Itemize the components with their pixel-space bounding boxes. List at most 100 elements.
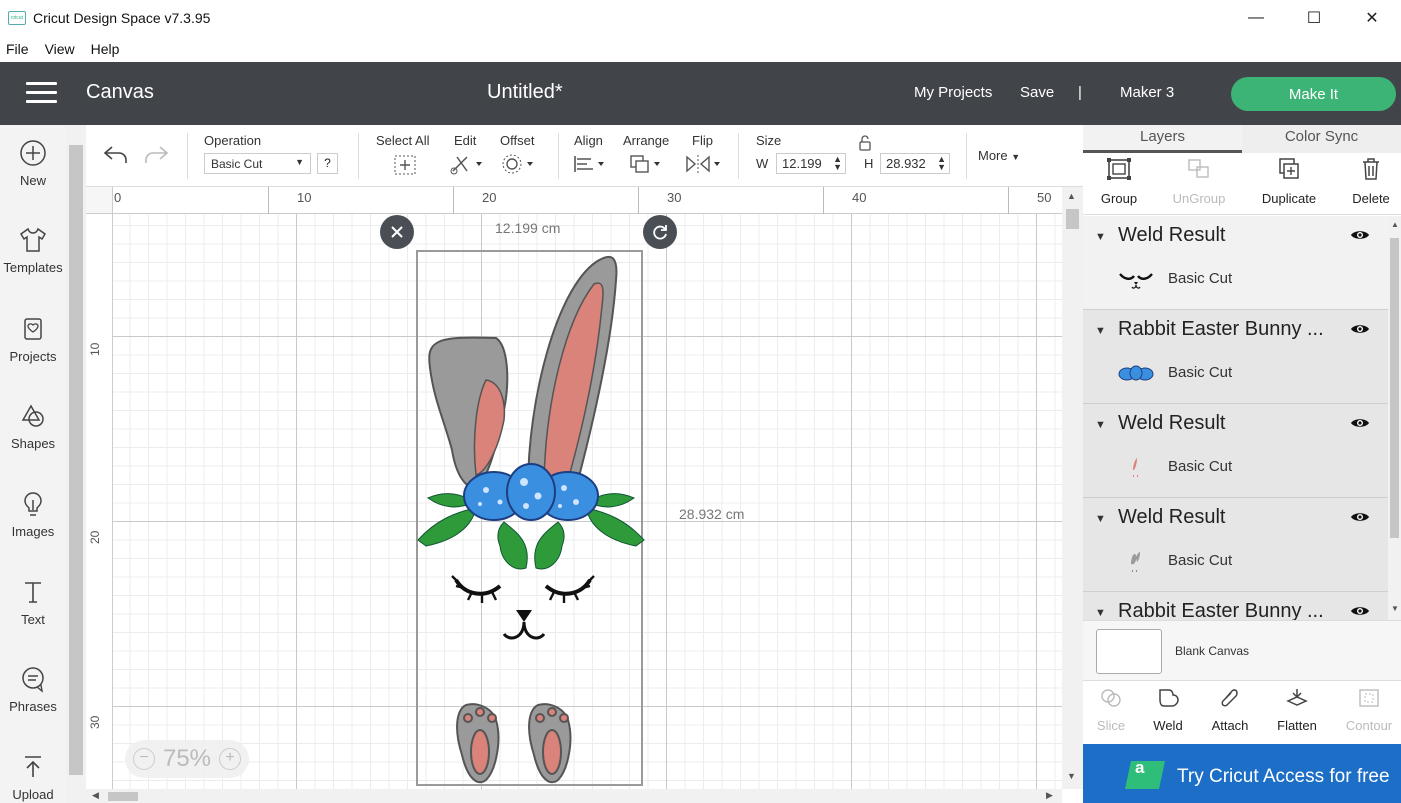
slice-button[interactable]: Slice: [1081, 687, 1141, 733]
height-input[interactable]: 28.932 ▲ ▼: [880, 153, 950, 174]
group-label: Group: [1100, 191, 1138, 206]
sidebar-item-images[interactable]: Images: [0, 490, 66, 539]
design-canvas[interactable]: 12.199 cm 28.932 cm − 75% +: [113, 214, 1062, 789]
projects-icon: [24, 318, 42, 340]
select-all-icon[interactable]: [393, 154, 417, 176]
width-input[interactable]: 12.199 ▲ ▼: [776, 153, 846, 174]
operation-select[interactable]: Basic Cut ▼: [204, 153, 311, 174]
sidebar-item-shapes[interactable]: Shapes: [0, 402, 66, 451]
edit-toolbar: Operation Basic Cut ▼ ? Select All Edit …: [86, 125, 1083, 187]
redo-icon[interactable]: [142, 143, 170, 167]
access-logo-letter: a: [1135, 758, 1145, 777]
visibility-eye-icon[interactable]: [1350, 604, 1370, 618]
collapse-caret-icon[interactable]: ▼: [1095, 513, 1106, 525]
stepper-icon[interactable]: ▲ ▼: [937, 155, 946, 172]
edit-scissors-icon[interactable]: [449, 153, 483, 175]
sidebar-item-templates[interactable]: Templates: [0, 226, 66, 275]
tab-layers[interactable]: Layers: [1083, 125, 1242, 153]
menu-help[interactable]: Help: [91, 41, 120, 57]
menu-view[interactable]: View: [45, 41, 75, 57]
sidebar-scrollbar[interactable]: [66, 125, 86, 803]
minimize-button[interactable]: —: [1227, 0, 1285, 36]
sidebar-label: Text: [21, 612, 45, 627]
zoom-out-button[interactable]: −: [133, 748, 155, 770]
scroll-down-icon[interactable]: ▼: [1067, 771, 1076, 781]
header-divider: |: [1078, 84, 1082, 101]
layer-group[interactable]: ▼ Weld Result Basic Cut: [1083, 498, 1388, 592]
scroll-left-icon[interactable]: ◀: [92, 790, 99, 801]
collapse-caret-icon[interactable]: ▼: [1095, 231, 1106, 243]
undo-icon[interactable]: [102, 143, 130, 167]
layer-name: Rabbit Easter Bunny ...: [1118, 318, 1324, 340]
save-link[interactable]: Save: [1020, 84, 1054, 101]
cricut-access-banner[interactable]: a Try Cricut Access for free: [1083, 744, 1401, 803]
zoom-in-button[interactable]: +: [218, 748, 241, 770]
sidebar-item-text[interactable]: Text: [0, 578, 66, 627]
duplicate-button[interactable]: Duplicate: [1254, 157, 1324, 206]
bunny-design-image[interactable]: [416, 250, 646, 789]
sidebar-item-upload[interactable]: Upload: [0, 753, 66, 802]
delete-button[interactable]: Delete: [1336, 157, 1401, 206]
lock-icon[interactable]: [858, 135, 872, 151]
visibility-eye-icon[interactable]: [1350, 322, 1370, 336]
width-dimension: 12.199 cm: [495, 220, 561, 236]
close-window-button[interactable]: ✕: [1343, 0, 1401, 36]
arrange-icon[interactable]: [628, 153, 662, 175]
scroll-down-icon[interactable]: ▼: [1391, 604, 1399, 613]
sidebar-label: Upload: [12, 787, 54, 802]
machine-selector[interactable]: Maker 3: [1120, 84, 1174, 101]
operation-help-button[interactable]: ?: [317, 153, 338, 174]
canvas-vertical-scrollbar[interactable]: ▲ ▼: [1062, 187, 1083, 789]
align-icon[interactable]: [572, 153, 606, 175]
flip-label: Flip: [692, 133, 713, 148]
more-menu[interactable]: More ▼: [978, 148, 1020, 163]
scroll-up-icon[interactable]: ▲: [1067, 191, 1076, 201]
layer-group[interactable]: ▼ Weld Result Basic Cut: [1083, 216, 1388, 310]
stepper-icon[interactable]: ▲ ▼: [833, 155, 842, 172]
menu-file[interactable]: File: [6, 41, 29, 57]
layer-tools: Group UnGroup Duplicate Delete: [1083, 153, 1401, 215]
make-it-button[interactable]: Make It: [1231, 77, 1396, 111]
collapse-caret-icon[interactable]: ▼: [1095, 325, 1106, 337]
delete-selection-icon[interactable]: [380, 215, 414, 249]
sidebar-item-phrases[interactable]: Phrases: [0, 665, 66, 714]
height-value: 28.932: [886, 156, 926, 171]
layer-group[interactable]: ▼ Rabbit Easter Bunny ... Basic Cut: [1083, 310, 1388, 404]
canvas-horizontal-scrollbar[interactable]: ◀ ▶: [86, 789, 1062, 803]
flatten-button[interactable]: Flatten: [1267, 687, 1327, 733]
paperclip-icon: [1221, 689, 1238, 707]
maximize-button[interactable]: ☐: [1285, 0, 1343, 36]
group-button[interactable]: Group: [1084, 157, 1154, 206]
scroll-right-icon[interactable]: ▶: [1046, 790, 1053, 801]
collapse-caret-icon[interactable]: ▼: [1095, 607, 1106, 619]
flip-icon[interactable]: [684, 153, 724, 175]
access-promo-text: Try Cricut Access for free: [1177, 766, 1390, 787]
scroll-up-icon[interactable]: ▲: [1391, 220, 1399, 229]
attach-button[interactable]: Attach: [1200, 687, 1260, 733]
canvas-color-swatch[interactable]: [1096, 629, 1162, 674]
speech-bubble-icon: [22, 667, 44, 693]
slice-label: Slice: [1096, 718, 1126, 733]
collapse-caret-icon[interactable]: ▼: [1095, 419, 1106, 431]
layers-scrollbar[interactable]: ▲ ▼: [1388, 216, 1401, 620]
blank-canvas-row[interactable]: Blank Canvas: [1083, 620, 1401, 680]
operation-value: Basic Cut: [211, 157, 263, 171]
toolbar-divider: [966, 133, 967, 179]
ungroup-button[interactable]: UnGroup: [1164, 157, 1234, 206]
visibility-eye-icon[interactable]: [1350, 510, 1370, 524]
hamburger-menu-icon[interactable]: [26, 82, 57, 104]
weld-button[interactable]: Weld: [1138, 687, 1198, 733]
tab-color-sync[interactable]: Color Sync: [1242, 125, 1401, 153]
my-projects-link[interactable]: My Projects: [914, 84, 992, 101]
contour-button[interactable]: Contour: [1339, 687, 1399, 733]
sidebar-item-new[interactable]: New: [0, 139, 66, 188]
height-dimension: 28.932 cm: [679, 506, 745, 522]
layer-group[interactable]: ▼ Weld Result Basic Cut: [1083, 404, 1388, 498]
layer-group[interactable]: ▼ Rabbit Easter Bunny ...: [1083, 592, 1388, 620]
offset-icon[interactable]: [500, 153, 534, 175]
sidebar-item-projects[interactable]: Projects: [0, 315, 66, 364]
visibility-eye-icon[interactable]: [1350, 228, 1370, 242]
rotate-icon[interactable]: [643, 215, 677, 249]
visibility-eye-icon[interactable]: [1350, 416, 1370, 430]
sidebar-label: New: [19, 173, 46, 188]
